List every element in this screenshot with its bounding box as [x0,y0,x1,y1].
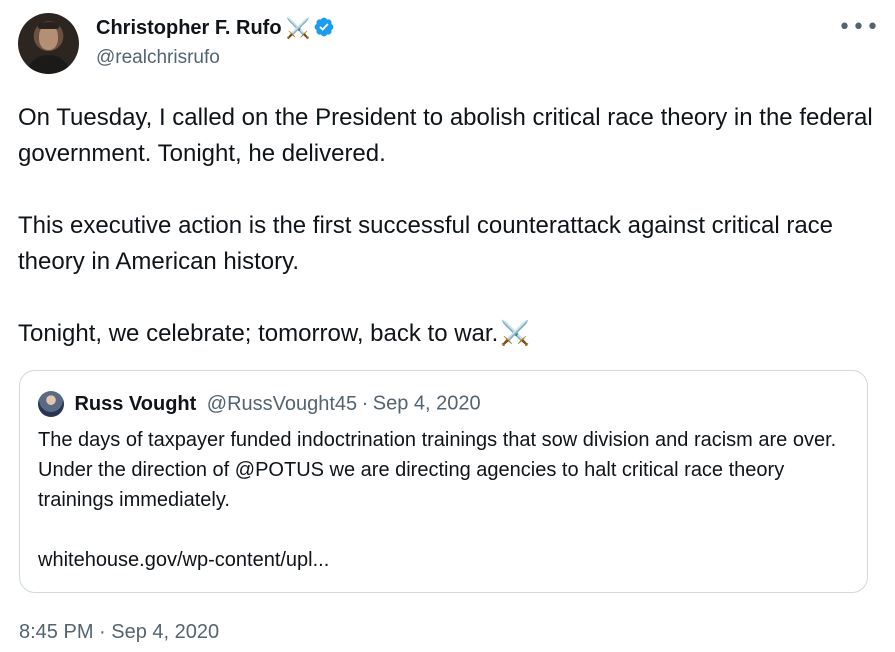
quote-text: The days of taxpayer funded indoctrinati… [38,429,837,511]
tweet-paragraph-3: Tonight, we celebrate; tomorrow, back to… [18,316,878,352]
quote-author-handle[interactable]: @RussVought45 [207,393,357,415]
tweet-header: Christopher F. Rufo ⚔️ @realchrisrufo ••• [0,0,895,90]
quote-body: The days of taxpayer funded indoctrinati… [38,425,848,575]
timestamp-link[interactable]: 8:45 PM · Sep 4, 2020 [19,621,219,643]
author-handle[interactable]: @realchrisrufo [96,47,220,69]
more-options-button[interactable]: ••• [838,14,879,40]
verified-badge-icon [315,17,334,37]
avatar-hair [38,22,59,29]
quote-author-name[interactable]: Russ Vought [74,393,196,416]
quote-date[interactable]: Sep 4, 2020 [373,393,481,415]
tweet-text: On Tuesday, I called on the President to… [18,100,878,352]
quote-tweet-card[interactable]: Russ Vought @RussVought45 · Sep 4, 2020 … [19,370,868,593]
tweet-paragraph-3-text: Tonight, we celebrate; tomorrow, back to… [18,320,499,347]
author-name-row[interactable]: Christopher F. Rufo ⚔️ [96,16,335,41]
quote-header: Russ Vought @RussVought45 · Sep 4, 2020 [38,391,481,419]
tweet-timestamp: 8:45 PM · Sep 4, 2020 [19,619,219,645]
quote-link[interactable]: whitehouse.gov/wp-content/upl... [38,545,848,575]
crossed-swords-icon: ⚔️ [285,17,311,40]
quote-author-avatar[interactable] [38,391,64,417]
crossed-swords-icon: ⚔️ [500,320,531,347]
author-display-name[interactable]: Christopher F. Rufo [96,17,282,39]
quote-separator: · [361,392,369,415]
tweet-paragraph-2: This executive action is the first succe… [18,212,834,275]
tweet-paragraph-1: On Tuesday, I called on the President to… [18,104,873,167]
author-avatar[interactable] [18,13,79,74]
avatar-shoulders [26,55,71,74]
